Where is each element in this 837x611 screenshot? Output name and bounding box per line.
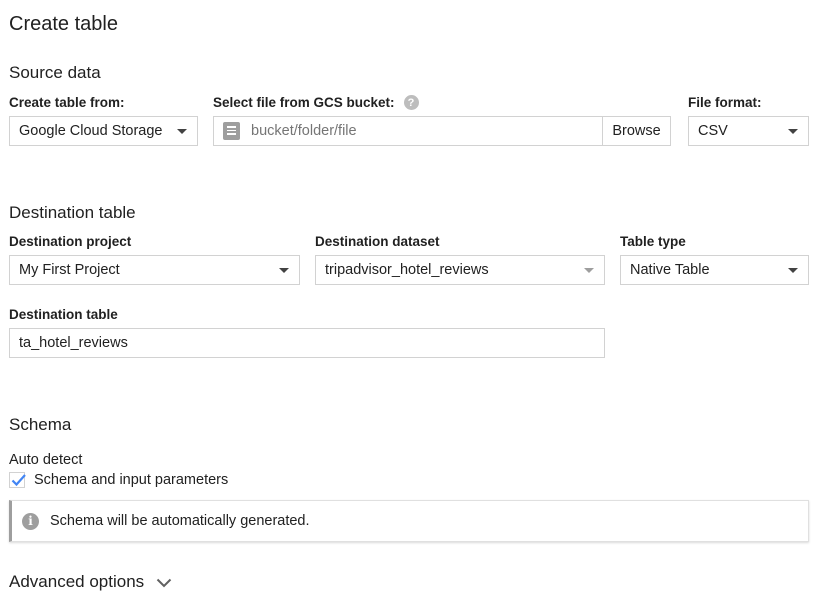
advanced-options-label: Advanced options — [9, 572, 145, 591]
page-title: Create table — [9, 13, 118, 35]
source-section-title: Source data — [9, 63, 101, 82]
file-format-select[interactable]: CSV — [688, 116, 809, 146]
table-type-select[interactable]: Native Table — [620, 255, 809, 285]
destination-section-title: Destination table — [9, 203, 136, 222]
checkmark-icon — [11, 474, 26, 487]
schema-section-title: Schema — [9, 415, 72, 434]
file-format-value: CSV — [698, 123, 728, 139]
info-icon: i — [22, 512, 39, 530]
destination-project-value: My First Project — [19, 262, 120, 278]
dropdown-caret-icon — [788, 268, 798, 273]
file-format-label: File format: — [688, 95, 762, 110]
auto-detect-label: Auto detect — [9, 452, 83, 468]
schema-checkbox-label[interactable]: Schema and input parameters — [34, 472, 228, 488]
dropdown-caret-icon — [177, 129, 187, 134]
destination-dataset-select[interactable]: tripadvisor_hotel_reviews — [315, 255, 605, 285]
dropdown-caret-icon — [279, 268, 289, 273]
dropdown-caret-icon — [788, 129, 798, 134]
destination-table-label: Destination table — [9, 307, 118, 322]
gcs-bucket-input[interactable] — [251, 123, 581, 139]
create-from-select[interactable]: Google Cloud Storage — [9, 116, 198, 146]
create-from-value: Google Cloud Storage — [19, 123, 163, 139]
destination-table-input[interactable]: ta_hotel_reviews — [9, 328, 605, 358]
table-type-value: Native Table — [630, 262, 710, 278]
file-icon — [223, 122, 240, 140]
chevron-down-icon — [156, 578, 172, 588]
help-icon[interactable]: ? — [403, 95, 419, 110]
gcs-input-wrap — [214, 117, 602, 145]
schema-info-text: Schema will be automatically generated. — [50, 513, 310, 529]
create-from-label: Create table from: — [9, 95, 125, 110]
destination-project-label: Destination project — [9, 234, 132, 249]
schema-auto-detect-checkbox[interactable] — [9, 472, 26, 488]
advanced-options-toggle[interactable]: Advanced options — [9, 572, 172, 592]
table-type-label: Table type — [620, 234, 686, 249]
dropdown-caret-icon — [584, 268, 594, 273]
destination-dataset-label: Destination dataset — [315, 234, 440, 249]
gcs-bucket-field: Browse — [213, 116, 671, 146]
browse-button[interactable]: Browse — [602, 117, 670, 145]
destination-project-select[interactable]: My First Project — [9, 255, 300, 285]
destination-dataset-value: tripadvisor_hotel_reviews — [325, 262, 489, 278]
gcs-bucket-label: Select file from GCS bucket: — [213, 95, 395, 110]
schema-info-box: i Schema will be automatically generated… — [9, 500, 809, 542]
gcs-bucket-label-row: Select file from GCS bucket: ? — [213, 95, 419, 110]
destination-table-value: ta_hotel_reviews — [19, 335, 128, 351]
